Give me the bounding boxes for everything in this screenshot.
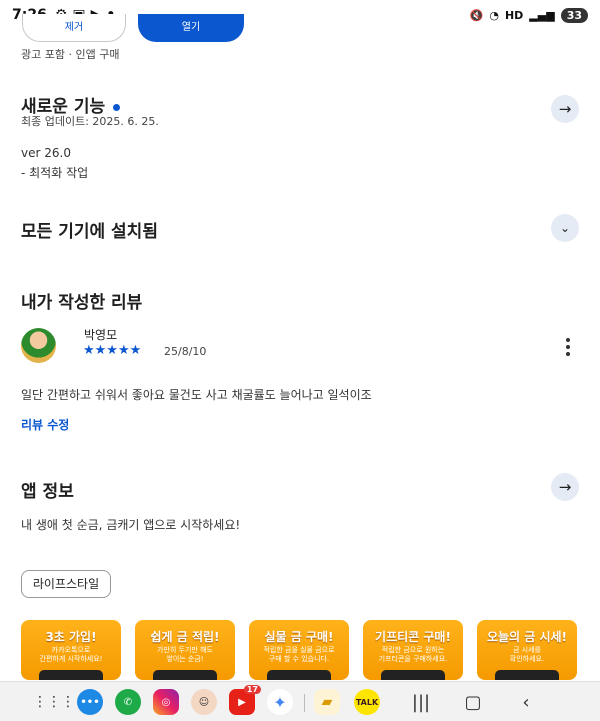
screenshot-title: 실물 금 구매! xyxy=(264,630,334,644)
installed-devices-title: 모든 기기에 설치됨 xyxy=(21,222,158,242)
my-review-title: 내가 작성한 리뷰 xyxy=(21,293,143,313)
kebab-dot-icon xyxy=(566,338,570,342)
screenshot-card[interactable]: 3초 가입! 카카오톡으로 간편하게 시작하세요! xyxy=(21,620,121,680)
signal-icon: ▂▄▆ xyxy=(529,8,555,22)
uninstall-button[interactable]: 제거 xyxy=(22,14,126,42)
messages-app-icon[interactable]: ••• xyxy=(77,689,103,715)
battery-icon: 33 xyxy=(560,7,588,23)
instagram-app-icon[interactable]: ◎ xyxy=(153,689,179,715)
kebab-dot-icon xyxy=(566,352,570,356)
ad-inapp-note: 광고 포함 · 인앱 구매 xyxy=(21,48,120,61)
whats-new-arrow-button[interactable]: → xyxy=(551,95,579,123)
screenshot-card[interactable]: 기프티콘 구매! 적립한 금으로 원하는 기프티콘을 구매하세요. xyxy=(363,620,463,680)
phone-preview xyxy=(153,670,217,680)
phone-preview xyxy=(495,670,559,680)
open-button[interactable]: 열기 xyxy=(138,14,244,42)
recent-apps-button[interactable]: ||| xyxy=(408,689,434,715)
back-button[interactable]: ‹ xyxy=(513,689,539,715)
review-more-options-button[interactable] xyxy=(560,336,576,358)
gold-app-icon[interactable]: ▰ xyxy=(314,689,340,715)
gold-bar-icon: ▰ xyxy=(321,694,333,710)
kakaotalk-app-icon[interactable]: TALK xyxy=(354,689,380,715)
edit-review-link[interactable]: 리뷰 수정 xyxy=(21,416,69,433)
phone-app-icon[interactable]: ✆ xyxy=(115,689,141,715)
app-info-arrow-button[interactable]: → xyxy=(551,473,579,501)
screenshot-card[interactable]: 실물 금 구매! 적립한 금을 실물 금으로 구매 할 수 있습니다. xyxy=(249,620,349,680)
phone-preview xyxy=(381,670,445,680)
recents-icon: ||| xyxy=(411,691,431,713)
phone-preview xyxy=(267,670,331,680)
screenshot-card[interactable]: 쉽게 금 적립! 가만히 두기만 해도 쌓이는 순금! xyxy=(135,620,235,680)
screenshot-title: 쉽게 금 적립! xyxy=(150,630,220,644)
new-indicator-dot xyxy=(113,103,121,111)
review-date: 25/8/10 xyxy=(164,345,207,358)
gemini-app-icon[interactable]: ✦ xyxy=(267,689,293,715)
review-text: 일단 간편하고 쉬워서 좋아요 물건도 사고 채굴률도 늘어나고 일석이조 xyxy=(21,388,372,402)
arrow-right-icon: → xyxy=(558,100,572,118)
face-icon: ☺ xyxy=(198,696,210,708)
sparkle-icon: ✦ xyxy=(273,692,287,712)
screenshot-desc: 금 시세를 확인하세요. xyxy=(509,646,545,663)
grid-icon: ⋮⋮⋮ xyxy=(33,694,75,710)
mute-icon: 🔇 xyxy=(469,8,484,22)
hd-icon: HD xyxy=(504,8,524,22)
home-button[interactable]: ▢ xyxy=(460,689,486,715)
play-icon: ▶ xyxy=(238,696,246,708)
app-drawer-button[interactable]: ⋮⋮⋮ xyxy=(33,689,75,715)
phone-icon: ✆ xyxy=(123,696,133,708)
screenshot-desc: 적립한 금을 실물 금으로 구매 할 수 있습니다. xyxy=(263,646,335,663)
avatar-app-icon[interactable]: ☺ xyxy=(191,689,217,715)
version-text: ver 26.0 xyxy=(21,146,71,160)
screenshot-card[interactable]: 오늘의 금 시세! 금 시세를 확인하세요. xyxy=(477,620,577,680)
update-note: - 최적화 작업 xyxy=(21,166,89,180)
screenshot-title: 기프티콘 구매! xyxy=(375,630,451,644)
reviewer-name: 박영모 xyxy=(84,328,118,342)
taskbar-divider xyxy=(304,694,305,712)
camera-icon: ◎ xyxy=(161,696,171,708)
youtube-app-icon[interactable]: ▶ 17 xyxy=(229,685,261,715)
wifi-icon: ◔ xyxy=(489,8,499,22)
screenshot-desc: 카카오톡으로 간편하게 시작하세요! xyxy=(39,646,103,663)
screenshot-carousel[interactable]: 3초 가입! 카카오톡으로 간편하게 시작하세요! 쉽게 금 적립! 가만히 두… xyxy=(21,620,600,680)
screenshot-title: 3초 가입! xyxy=(45,630,97,644)
uninstall-button-label: 제거 xyxy=(64,22,84,33)
last-updated: 최종 업데이트: 2025. 6. 25. xyxy=(21,115,159,128)
notification-badge: 17 xyxy=(243,685,261,694)
kakaotalk-label: TALK xyxy=(355,697,379,707)
app-description: 내 생애 첫 순금, 금캐기 앱으로 시작하세요! xyxy=(21,518,241,532)
screenshot-desc: 적립한 금으로 원하는 기프티콘을 구매하세요. xyxy=(378,646,448,663)
home-icon: ▢ xyxy=(464,691,482,713)
chat-bubble-icon: ••• xyxy=(80,696,100,708)
category-chip[interactable]: 라이프스타일 xyxy=(21,570,111,598)
open-button-label: 열기 xyxy=(181,22,201,33)
chevron-down-icon: ⌄ xyxy=(559,221,571,235)
arrow-right-icon: → xyxy=(558,478,572,496)
avatar xyxy=(21,328,56,363)
star-rating: ★★★★★ xyxy=(83,343,142,358)
taskbar: ⋮⋮⋮ ••• ✆ ◎ ☺ ▶ 17 ✦ ▰ TALK ||| ▢ ‹ xyxy=(0,681,600,721)
screenshot-title: 오늘의 금 시세! xyxy=(486,630,568,644)
screenshot-desc: 가만히 두기만 해도 쌓이는 순금! xyxy=(157,646,213,663)
back-icon: ‹ xyxy=(522,691,530,713)
installed-expand-button[interactable]: ⌄ xyxy=(551,214,579,242)
app-info-title: 앱 정보 xyxy=(21,482,74,502)
kebab-dot-icon xyxy=(566,345,570,349)
phone-preview xyxy=(39,670,103,680)
